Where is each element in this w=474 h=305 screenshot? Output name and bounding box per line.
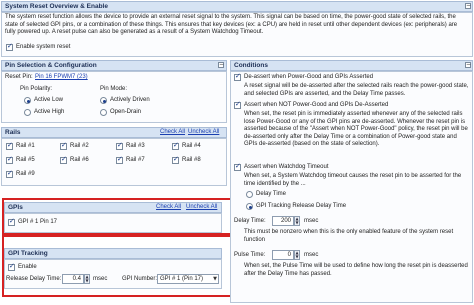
rail-label: Rail #2 <box>70 143 89 149</box>
delay-time-input[interactable]: 200 <box>272 216 294 226</box>
assert-not-pg-checkbox[interactable] <box>234 100 241 109</box>
overview-header: System Reset Overview & Enable <box>1 1 473 12</box>
open-drain-radio[interactable] <box>100 109 107 116</box>
assert-wd-text: When set, a System Watchdog timeout caus… <box>244 173 462 187</box>
rail-checkbox[interactable] <box>6 141 13 150</box>
collapse-icon[interactable]: − <box>465 3 471 9</box>
pulse-time-input[interactable]: 0 <box>272 250 294 260</box>
assert-wd-title: Assert when Watchdog Timeout <box>244 164 329 170</box>
wd-delay-time-label: Delay Time <box>256 191 287 197</box>
active-high-radio[interactable] <box>24 109 31 116</box>
chevron-down-icon[interactable]: ▼ <box>295 255 299 259</box>
wd-delay-time-radio[interactable] <box>246 191 253 198</box>
delay-time-text: This must be nonzero when this is the on… <box>244 229 454 243</box>
rail-label: Rail #6 <box>70 157 89 163</box>
reset-pin-link[interactable]: Pin 16 FPWM7 (23) <box>35 74 88 82</box>
open-drain-label: Open-Drain <box>110 109 142 115</box>
rails-title: Rails <box>5 129 21 136</box>
actively-driven-radio[interactable] <box>100 97 107 104</box>
deassert-pg-text: A reset signal will be de-asserted after… <box>244 83 469 97</box>
deassert-pg-title: De-assert when Power-Good and GPIs Asser… <box>244 74 374 80</box>
reset-pin-label: Reset Pin: <box>5 74 33 80</box>
highlight-gpis <box>2 198 233 235</box>
conditions-header: Conditions <box>230 60 473 71</box>
rail-label: Rail #1 <box>16 143 35 149</box>
delay-time-unit: msec <box>304 218 319 224</box>
rail-label: Rail #9 <box>16 171 35 177</box>
rail-label: Rail #4 <box>182 143 201 149</box>
rail-checkbox[interactable] <box>172 141 179 150</box>
rail-checkbox[interactable] <box>116 141 123 150</box>
rail-checkbox[interactable] <box>60 155 67 164</box>
rail-checkbox[interactable] <box>6 155 13 164</box>
pulse-time-text: When set, the Pulse Time will be used to… <box>244 263 468 277</box>
assert-wd-checkbox[interactable] <box>234 162 241 171</box>
collapse-icon[interactable]: − <box>465 62 471 68</box>
rail-label: Rail #3 <box>126 143 145 149</box>
pin-polarity-label: Pin Polarity: <box>20 86 53 92</box>
rail-label: Rail #5 <box>16 157 35 163</box>
pin-mode-label: Pin Mode: <box>100 86 128 92</box>
enable-system-reset-checkbox[interactable] <box>6 42 13 51</box>
delay-time-spinner[interactable]: ▲ ▼ <box>294 216 300 226</box>
collapse-icon[interactable]: − <box>218 62 224 68</box>
assert-not-pg-text: When set, the reset pin is immediately a… <box>244 111 468 148</box>
pulse-time-unit: msec <box>304 252 319 258</box>
delay-time-label: Delay Time: <box>234 218 266 224</box>
rail-checkbox[interactable] <box>172 155 179 164</box>
active-low-label: Active Low <box>34 97 64 103</box>
chevron-down-icon[interactable]: ▼ <box>295 221 299 225</box>
pin-selection-header: Pin Selection & Configuration <box>1 60 227 71</box>
active-low-radio[interactable] <box>24 97 31 104</box>
overview-title: System Reset Overview & Enable <box>5 3 108 10</box>
rail-label: Rail #7 <box>126 157 145 163</box>
assert-not-pg-title: Assert when NOT Power-Good and GPIs De-A… <box>244 102 389 108</box>
pin-selection-title: Pin Selection & Configuration <box>5 62 97 69</box>
conditions-title: Conditions <box>234 62 268 69</box>
wd-gpi-tracking-label: GPI Tracking Release Delay Time <box>256 203 347 209</box>
pulse-time-label: Pulse Time: <box>234 252 266 258</box>
enable-system-reset-label: Enable system reset <box>16 44 71 50</box>
rails-check-all-link[interactable]: Check All <box>160 129 185 137</box>
pulse-time-spinner[interactable]: ▲ ▼ <box>294 250 300 260</box>
rail-label: Rail #8 <box>182 157 201 163</box>
rails-uncheck-all-link[interactable]: Uncheck All <box>188 129 219 137</box>
actively-driven-label: Actively Driven <box>110 97 150 103</box>
rail-checkbox[interactable] <box>60 141 67 150</box>
rail-checkbox[interactable] <box>6 169 13 178</box>
overview-description: The system reset function allows the dev… <box>5 14 458 36</box>
rail-checkbox[interactable] <box>116 155 123 164</box>
active-high-label: Active High <box>34 109 65 115</box>
deassert-pg-checkbox[interactable] <box>234 72 241 81</box>
highlight-gpi-tracking <box>2 235 233 297</box>
wd-gpi-tracking-radio[interactable] <box>246 203 253 210</box>
